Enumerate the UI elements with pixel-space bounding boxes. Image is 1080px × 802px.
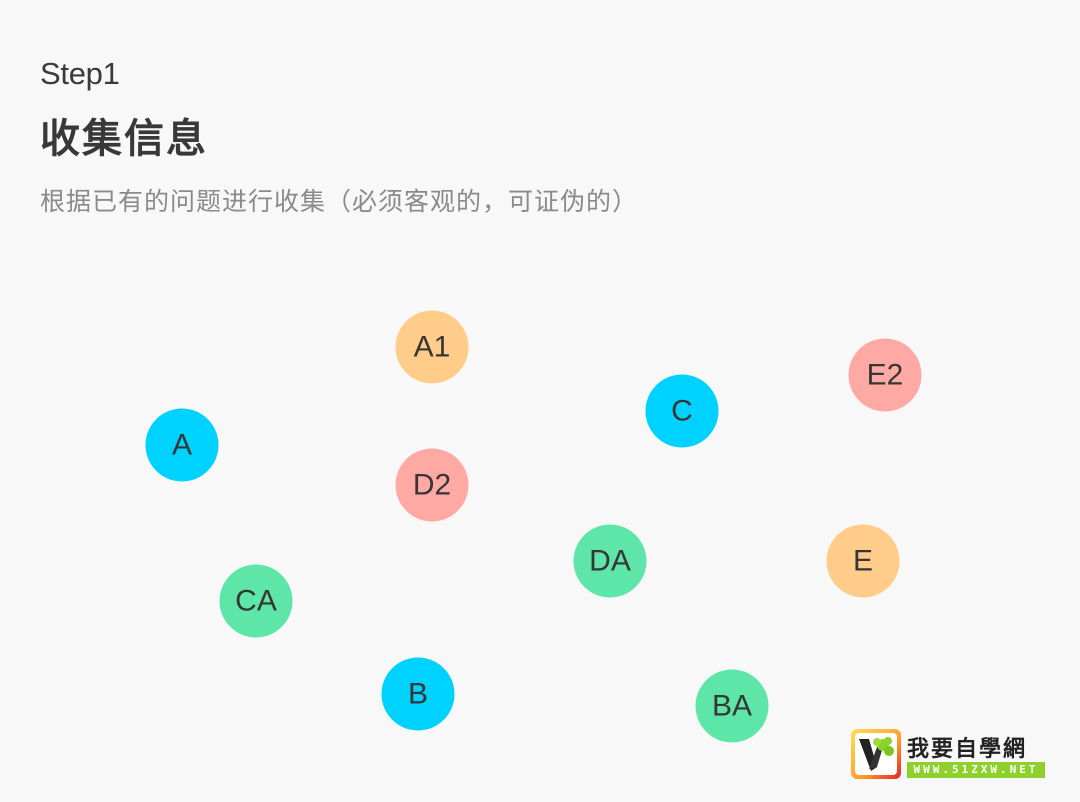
node-label: BA [711,689,753,722]
node-ba: BA [695,669,769,743]
node-label: C [671,394,693,427]
logo-name: 我要自學網 [907,736,1028,761]
node-da: DA [573,524,647,598]
node-label: A1 [413,330,451,363]
node-label: DA [589,544,631,577]
node-e: E [826,524,900,598]
node-label: E [852,544,873,577]
node-label: CA [235,584,277,617]
node-b: B [381,657,455,731]
logo-url: WWW.51ZXW.NET [907,762,1045,778]
watermark-logo: 我要自學網 WWW.51ZXW.NET [851,729,1047,781]
node-a1: A1 [395,310,469,384]
node-ca: CA [219,564,293,638]
step-label: Step1 [40,56,120,91]
logo-plant-icon [855,733,897,775]
logo-v-icon [859,737,894,771]
node-label: A [171,428,192,461]
node-label: B [407,677,428,710]
subtitle: 根据已有的问题进行收集（必须客观的，可证伪的） [40,188,639,216]
node-c: C [645,374,719,448]
node-e2: E2 [848,338,922,412]
page-title: 收集信息 [40,117,208,161]
node-label: E2 [866,358,904,391]
node-d2: D2 [395,448,469,522]
logo-badge [851,729,901,779]
node-label: D2 [412,468,452,501]
node-a: A [145,408,219,482]
